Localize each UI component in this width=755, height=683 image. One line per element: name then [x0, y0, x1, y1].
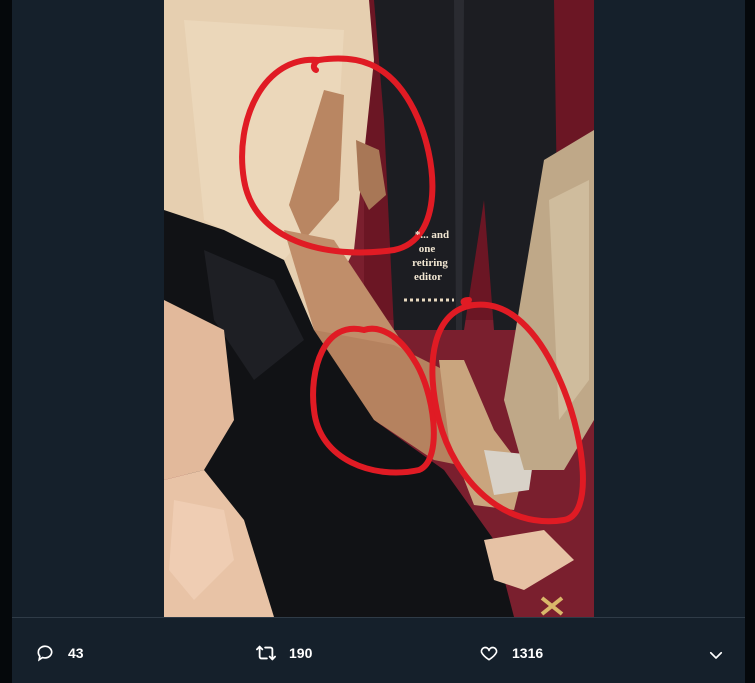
overlay-line-1: *... and [415, 229, 449, 241]
overlay-line-2: one [419, 243, 436, 255]
chevron-down-icon [705, 644, 727, 666]
retweet-icon [255, 642, 277, 664]
reply-count: 43 [68, 645, 84, 661]
photo-artwork: *... and one retiring editor [164, 0, 594, 617]
more-button[interactable] [705, 644, 727, 666]
tweet-photo[interactable]: *... and one retiring editor [164, 0, 594, 617]
like-button[interactable]: 1316 [478, 642, 543, 664]
like-count: 1316 [512, 645, 544, 661]
heart-icon [478, 642, 500, 664]
overlay-line-3: retiring [412, 257, 448, 269]
tweet-media-view: *... and one retiring editor 43 190 1316 [0, 0, 755, 683]
tweet-actions: 43 190 1316 [12, 617, 745, 683]
left-backdrop [0, 0, 12, 683]
retweet-count: 190 [289, 645, 313, 661]
overlay-line-4: editor [414, 271, 442, 283]
retweet-button[interactable]: 190 [255, 642, 312, 664]
reply-icon [34, 642, 56, 664]
reply-button[interactable]: 43 [34, 642, 84, 664]
